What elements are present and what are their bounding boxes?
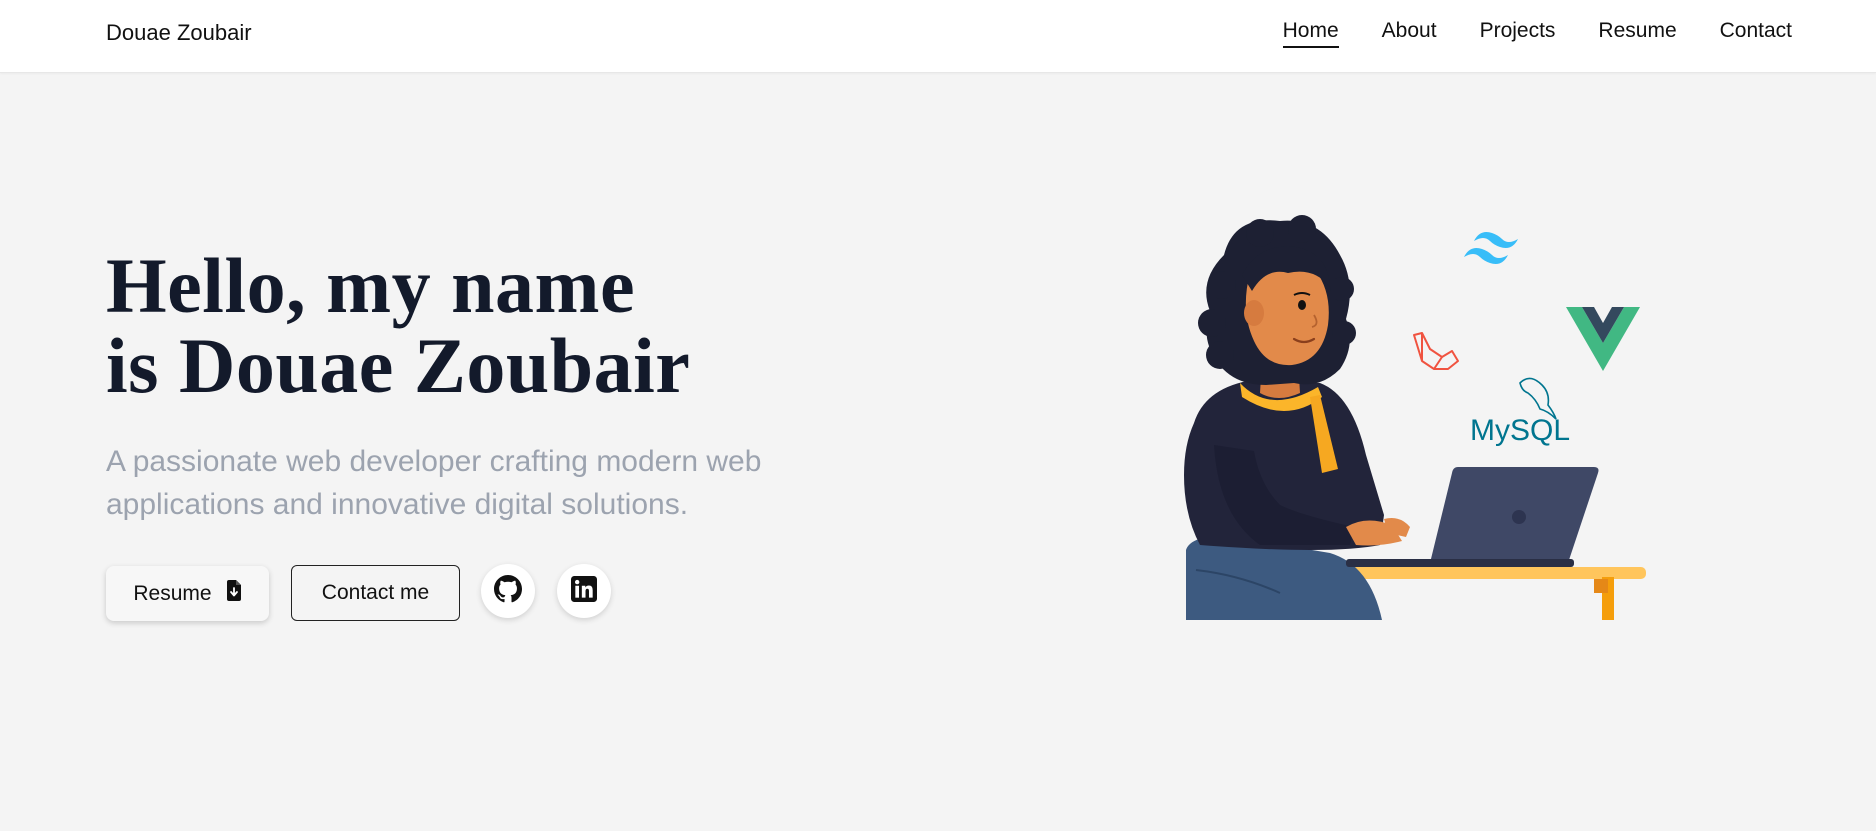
nav-resume-link[interactable]: Resume <box>1598 19 1676 48</box>
mysql-icon: MySQL <box>1470 377 1570 447</box>
laptop <box>1346 467 1599 567</box>
nav-contact-link[interactable]: Contact <box>1720 19 1792 48</box>
file-download-icon <box>226 580 242 607</box>
hero-subtitle-line-1: A passionate web developer crafting mode… <box>106 445 762 478</box>
linkedin-link[interactable] <box>557 564 611 618</box>
github-icon <box>494 574 522 608</box>
hero-title-line-2: is Douae Zoubair <box>106 322 691 409</box>
hero-subtitle-line-2: applications and innovative digital solu… <box>106 488 689 521</box>
vue-icon <box>1566 307 1640 371</box>
hero-subtitle: A passionate web developer crafting mode… <box>106 440 866 526</box>
mysql-logo-text: MySQL <box>1470 414 1570 447</box>
tailwind-icon <box>1464 232 1518 264</box>
contact-me-button[interactable]: Contact me <box>291 565 460 621</box>
laravel-icon <box>1413 332 1459 370</box>
resume-button-label: Resume <box>133 581 212 605</box>
nav-projects-link[interactable]: Projects <box>1480 19 1556 48</box>
hero-illustration: MySQL <box>1170 215 1660 620</box>
github-link[interactable] <box>481 564 535 618</box>
hero-title: Hello, my name is Douae Zoubair <box>106 246 690 406</box>
navbar: Douae Zoubair Home About Projects Resume… <box>0 0 1876 73</box>
nav-links: Home About Projects Resume Contact <box>1240 19 1792 48</box>
nav-about-link[interactable]: About <box>1382 19 1437 48</box>
nav-home-link[interactable]: Home <box>1282 19 1339 48</box>
linkedin-icon <box>571 575 597 607</box>
hero-title-line-1: Hello, my name <box>106 242 636 329</box>
avatar-person <box>1198 215 1356 385</box>
resume-button[interactable]: Resume <box>106 566 269 621</box>
brand-logo-text[interactable]: Douae Zoubair <box>106 20 252 46</box>
